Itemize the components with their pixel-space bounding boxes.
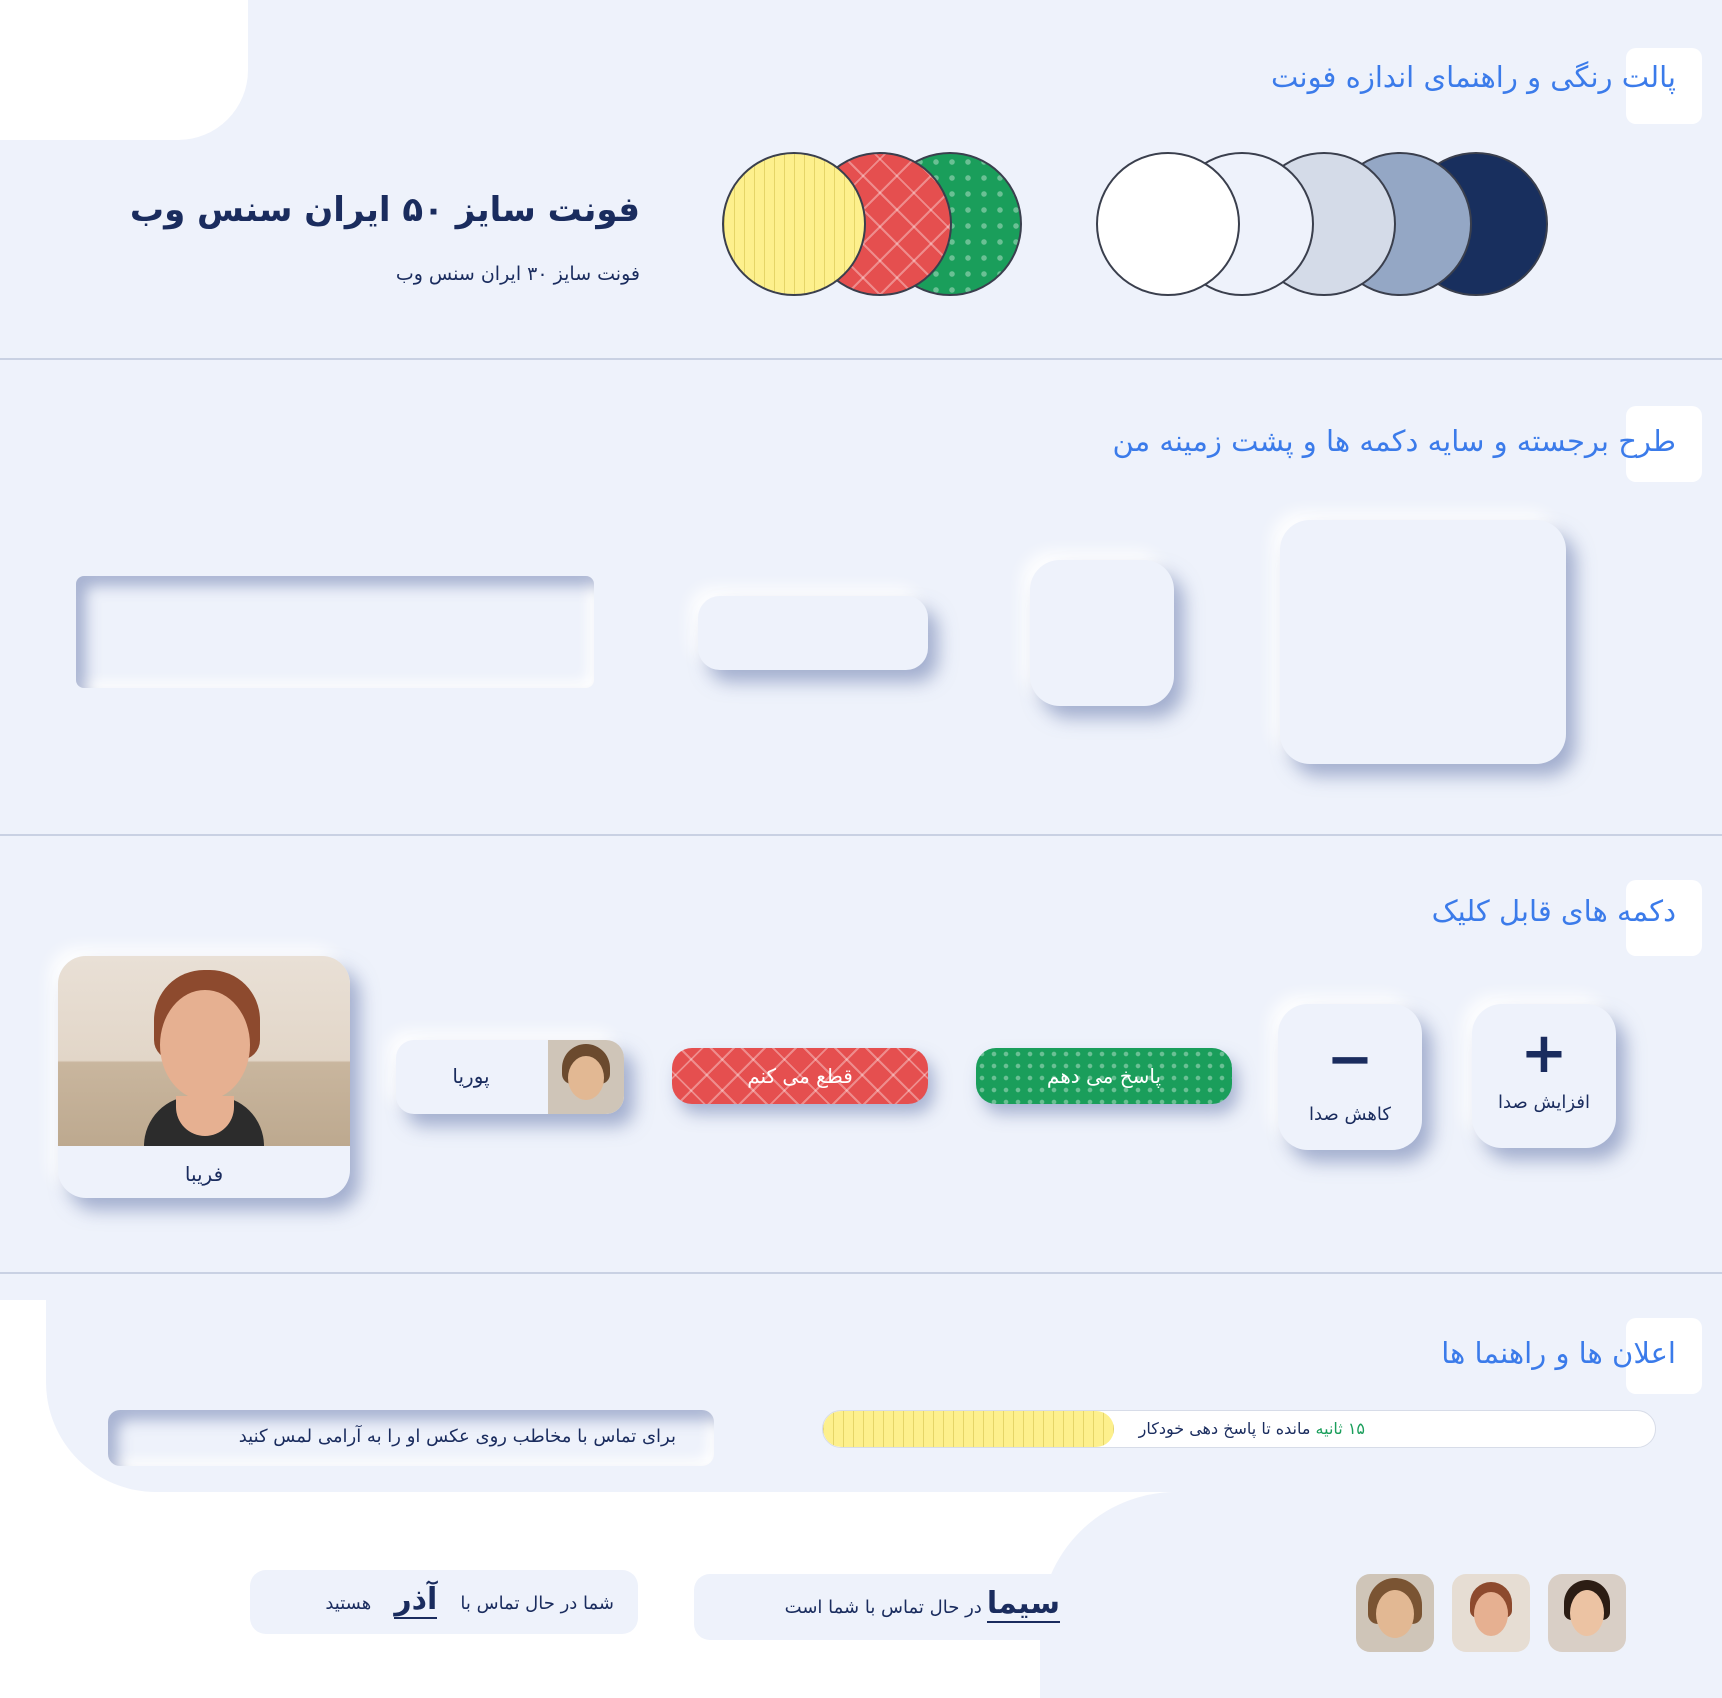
incoming-call-text: سیما در حال تماس با شما است [784,1586,1060,1623]
contact-card-label: فریبا [184,1162,224,1186]
outgoing-callee-name: آذر [394,1582,438,1619]
inset-field-sample [76,576,594,688]
countdown-label: مانده تا پاسخ دهی خودکار [1138,1419,1311,1438]
avatar-contact-2[interactable] [1452,1574,1530,1652]
font-size-50-sample: فونت سایز ۵۰ ایران سنس وب [129,190,640,230]
section-divider [0,358,1722,360]
shapes-section-title: طرح برجسته و سایه دکمه ها و پشت زمینه من [1112,424,1676,458]
auto-answer-progress: ۱۵ ثانیه مانده تا پاسخ دهی خودکار [822,1410,1656,1448]
bottom-right-panel [1176,1492,1722,1698]
buttons-section-title: دکمه های قابل کلیک [1431,894,1676,928]
raised-large-square-sample [1280,520,1566,764]
outgoing-call-text: شما در حال تماس با آذر هستید [325,1582,614,1619]
contact-hint: برای تماس با مخاطب روی عکس او را به آرام… [108,1410,714,1466]
contact-chip-label: پوریا [452,1064,490,1088]
volume-up-label: افزایش صدا [1498,1092,1590,1113]
hangup-call-button[interactable]: قطع می کنم [672,1048,928,1104]
raised-pill-sample [698,596,928,670]
avatar-contact-3[interactable] [1356,1574,1434,1652]
palette-section-title: پالت رنگی و راهنمای اندازه فونت [1271,60,1676,94]
countdown-seconds: ۱۵ ثانیه [1315,1419,1365,1438]
font-size-30-sample: فونت سایز ۳۰ ایران سنس وب [395,263,640,285]
outgoing-call-notice: شما در حال تماس با آذر هستید [250,1570,638,1634]
contact-avatar [548,1040,624,1114]
incoming-call-label: در حال تماس با شما است [784,1597,982,1618]
section-divider [0,834,1722,836]
volume-down-button[interactable]: − کاهش صدا [1278,1004,1422,1150]
contact-card[interactable]: فریبا [58,956,350,1198]
incoming-call-notice: سیما در حال تماس با شما است [694,1574,1102,1640]
contact-hint-text: برای تماس با مخاطب روی عکس او را به آرام… [238,1426,676,1447]
contact-chip[interactable]: پوریا [396,1040,624,1114]
volume-down-label: کاهش صدا [1309,1104,1391,1125]
incoming-caller-name: سیما [986,1586,1060,1623]
countdown-text: ۱۵ ثانیه مانده تا پاسخ دهی خودکار [1139,1419,1365,1438]
raised-small-square-sample [1030,560,1174,706]
notices-section-title: اعلان ها و راهنما ها [1441,1336,1676,1370]
contact-card-photo [58,956,350,1146]
color-swatch-white [1096,152,1240,296]
color-swatch-yellow [722,152,866,296]
plus-icon: + [1520,1021,1568,1086]
progress-fill [823,1411,1115,1447]
outgoing-call-prefix: شما در حال تماس با [460,1593,614,1614]
answer-call-button[interactable]: پاسخ می دهم [976,1048,1232,1104]
avatar-contact-1[interactable] [1548,1574,1626,1652]
minus-icon: − [1326,1027,1374,1092]
section-divider [0,1272,1722,1274]
corner-decoration [0,0,248,140]
volume-up-button[interactable]: + افزایش صدا [1472,1004,1616,1148]
outgoing-call-suffix: هستید [325,1593,372,1614]
